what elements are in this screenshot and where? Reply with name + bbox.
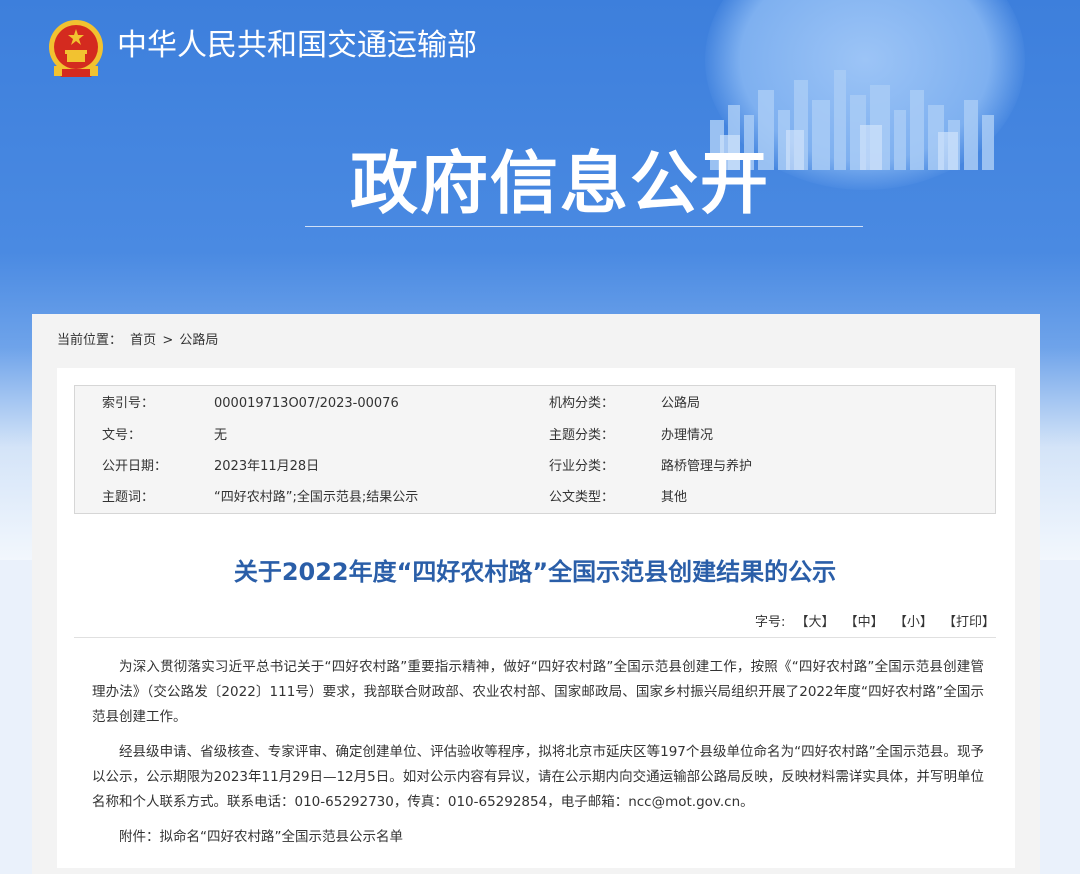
meta-key: 主题词： [102,490,155,505]
meta-value: 2023年11月28日 [214,459,320,474]
print-button[interactable]: 【打印】 [943,615,995,630]
meta-key: 文号： [102,428,142,443]
font-size-controls: 字号: 【大】 【中】 【小】 【打印】 [700,613,995,633]
meta-key: 机构分类： [549,396,615,411]
meta-key: 索引号： [102,396,155,411]
body-paragraph: 经县级申请、省级核查、专家评审、确定创建单位、评估验收等程序，拟将北京市延庆区等… [92,744,984,810]
body-paragraph: 为深入贯彻落实习近平总书记关于“四好农村路”重要指示精神，做好“四好农村路”全国… [92,659,984,725]
meta-key: 公开日期： [102,459,168,474]
breadcrumb: 当前位置： 首页 > 公路局 [57,331,218,351]
meta-row: 文号： 无 主题分类： 办理情况 [75,420,997,451]
meta-value: 无 [214,428,228,443]
font-size-large-button[interactable]: 【大】 [796,615,835,630]
document-body: 为深入贯彻落实习近平总书记关于“四好农村路”重要指示精神，做好“四好农村路”全国… [92,655,984,860]
meta-value: 办理情况 [661,428,714,443]
site-title[interactable]: 中华人民共和国交通运输部 [117,26,477,66]
document-title: 关于2022年度“四好农村路”全国示范县创建结果的公示 [233,558,837,586]
meta-value: 000019713O07/2023-00076 [214,396,399,411]
meta-value: 其他 [661,490,688,505]
font-size-label: 字号: [754,615,786,630]
font-size-medium-button[interactable]: 【中】 [845,615,884,630]
meta-key: 公文类型： [549,490,615,505]
meta-row: 主题词： “四好农村路”;全国示范县;结果公示 公文类型： 其他 [75,482,997,513]
meta-value: “四好农村路”;全国示范县;结果公示 [214,490,419,505]
national-emblem-icon [49,20,103,77]
document-meta-table: 索引号： 000019713O07/2023-00076 机构分类： 公路局 文… [74,385,996,514]
meta-value: 公路局 [661,396,701,411]
breadcrumb-home-link[interactable]: 首页 [130,333,156,348]
attachment-link[interactable]: 附件：拟命名“四好农村路”全国示范县公示名单 [92,825,984,850]
meta-key: 行业分类： [549,459,615,474]
breadcrumb-label: 当前位置： [57,333,123,348]
section-title: 政府信息公开 [349,145,770,224]
meta-row: 索引号： 000019713O07/2023-00076 机构分类： 公路局 [75,388,997,419]
title-underline [305,226,863,227]
meta-row: 公开日期： 2023年11月28日 行业分类： 路桥管理与养护 [75,451,997,482]
breadcrumb-current-link[interactable]: 公路局 [179,333,218,348]
meta-value: 路桥管理与养护 [661,459,753,474]
font-size-small-button[interactable]: 【小】 [894,615,933,630]
meta-key: 主题分类： [549,428,615,443]
breadcrumb-separator: > [162,333,174,348]
content-divider [74,637,996,638]
